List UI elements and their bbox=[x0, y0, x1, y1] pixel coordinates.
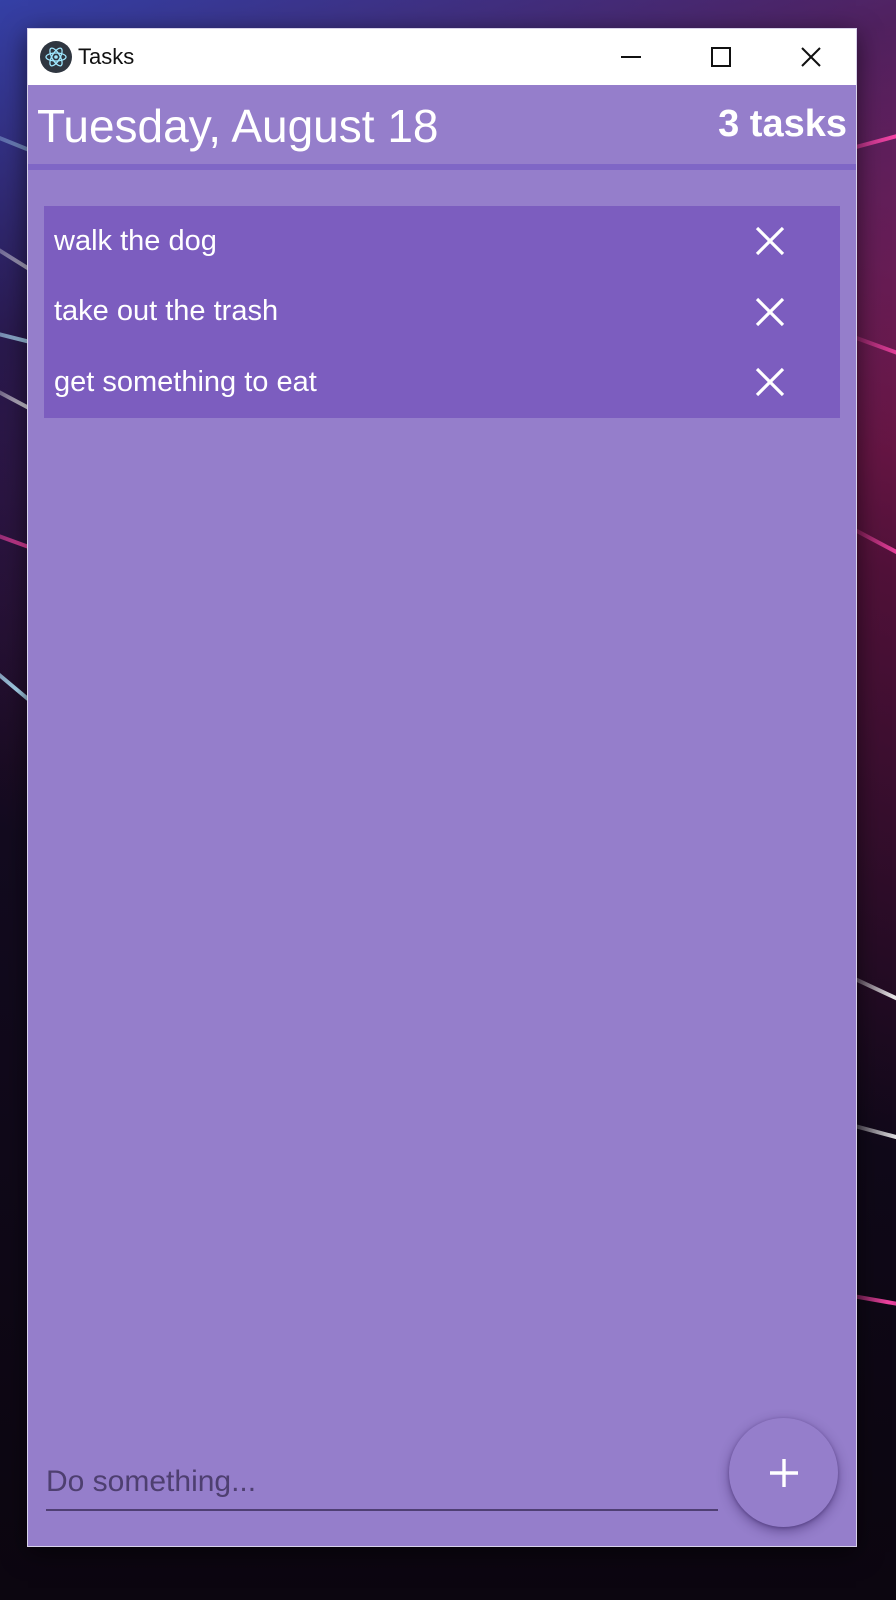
minimize-button[interactable] bbox=[586, 29, 676, 85]
date-header: Tuesday, August 18 3 tasks bbox=[28, 85, 856, 170]
date-title: Tuesday, August 18 bbox=[37, 100, 439, 152]
task-item[interactable]: take out the trash bbox=[44, 277, 840, 348]
close-icon bbox=[801, 47, 821, 67]
task-count: 3 tasks bbox=[718, 103, 847, 145]
plus-icon bbox=[769, 1458, 798, 1487]
title-bar[interactable]: Tasks bbox=[28, 29, 856, 85]
maximize-button[interactable] bbox=[676, 29, 766, 85]
task-item[interactable]: walk the dog bbox=[44, 206, 840, 277]
close-button[interactable] bbox=[766, 29, 856, 85]
delete-task-button[interactable] bbox=[746, 217, 794, 265]
delete-task-button[interactable] bbox=[746, 288, 794, 336]
window-title: Tasks bbox=[78, 44, 135, 69]
close-icon bbox=[755, 297, 785, 326]
add-task-button[interactable] bbox=[729, 1418, 838, 1527]
maximize-icon bbox=[711, 47, 731, 67]
app-window: Tasks Tuesday, August 18 3 tasks walk th… bbox=[28, 29, 856, 1546]
electron-atom-icon bbox=[40, 41, 72, 73]
window-controls bbox=[586, 29, 856, 85]
new-task-input[interactable] bbox=[46, 1455, 718, 1509]
delete-task-button[interactable] bbox=[746, 358, 794, 406]
new-task-field bbox=[46, 1455, 718, 1511]
task-label: walk the dog bbox=[54, 224, 217, 257]
task-item[interactable]: get something to eat bbox=[44, 347, 840, 418]
task-label: get something to eat bbox=[54, 365, 317, 398]
task-list: walk the dog take out the trash get some… bbox=[44, 206, 840, 418]
task-label: take out the trash bbox=[54, 295, 279, 328]
minimize-icon bbox=[621, 56, 641, 58]
close-icon bbox=[755, 368, 785, 397]
close-icon bbox=[755, 227, 785, 256]
